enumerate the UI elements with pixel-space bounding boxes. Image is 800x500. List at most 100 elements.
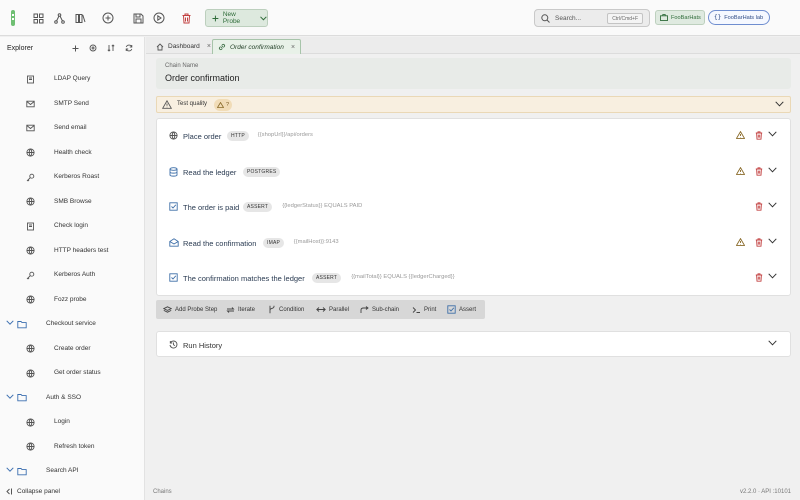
plus-icon xyxy=(212,15,219,21)
sidebar-item-label: Kerberos Roast xyxy=(54,173,100,180)
warning-icon xyxy=(736,237,745,246)
stack-icon xyxy=(163,305,172,314)
chevron-down-icon[interactable] xyxy=(775,101,784,107)
delete-icon[interactable] xyxy=(178,10,194,26)
action-label: Print xyxy=(424,306,437,313)
action-sub-chain-button[interactable]: Sub-chain xyxy=(360,304,399,315)
delete-step-icon[interactable] xyxy=(755,237,763,247)
collapse-label: Collapse panel xyxy=(17,488,61,495)
run-icon[interactable] xyxy=(151,10,167,26)
tab-dashboard[interactable]: Dashboard × xyxy=(151,39,216,54)
folder-icon xyxy=(17,393,27,403)
sidebar-item[interactable]: HTTP headers test xyxy=(0,243,144,259)
workspace-chip[interactable]: FooBarHats xyxy=(655,10,705,25)
sidebar-item[interactable]: SMTP Send xyxy=(0,96,144,112)
sidebar-item-label: Health check xyxy=(54,148,92,156)
run-history-panel[interactable]: Run History xyxy=(156,331,791,357)
sort-icon[interactable] xyxy=(106,43,116,53)
chevron-down-icon xyxy=(260,15,267,20)
chevron-down-icon[interactable] xyxy=(768,131,777,137)
workspace-label: FooBarHats xyxy=(671,14,701,21)
sidebar-item[interactable]: Kerberos Auth xyxy=(0,267,144,283)
delete-step-icon[interactable] xyxy=(755,273,763,282)
step-title: Read the confirmation xyxy=(183,238,257,248)
action-parallel-button[interactable]: Parallel xyxy=(316,304,349,315)
sidebar-item[interactable]: Kerberos Roast xyxy=(0,169,144,185)
lab-chip[interactable]: {} FooBarHats lab xyxy=(708,10,770,25)
collapse-icon xyxy=(6,488,12,495)
action-label: Assert xyxy=(459,306,477,313)
test-quality-panel[interactable]: Test quality ? xyxy=(156,96,791,113)
key-icon xyxy=(25,270,35,280)
chain-step[interactable]: The confirmation matches the ledger ASSER… xyxy=(157,261,790,296)
braces-icon: {} xyxy=(714,14,722,21)
action-iterate-button[interactable]: Iterate xyxy=(226,304,255,315)
library-icon[interactable] xyxy=(72,10,88,26)
delete-step-icon[interactable] xyxy=(755,131,763,140)
delete-step-icon[interactable] xyxy=(755,202,763,211)
action-label: Sub-chain xyxy=(372,306,400,313)
chevron-down-icon[interactable] xyxy=(768,273,777,279)
action-add-probe-step-button[interactable]: Add Probe Step xyxy=(163,304,217,315)
action-assert-button[interactable]: Assert xyxy=(447,304,476,315)
sidebar-folder[interactable]: Auth & SSO xyxy=(0,390,144,406)
chevron-down-icon[interactable] xyxy=(6,393,14,402)
sidebar-item[interactable]: Get order status xyxy=(0,365,144,381)
run-history-label: Run History xyxy=(183,341,223,350)
sidebar-folder[interactable]: Checkout service xyxy=(0,316,144,332)
step-detail: {{ledgerStatus}} EQUALS PAID xyxy=(282,203,363,209)
chevron-down-icon[interactable] xyxy=(6,467,14,475)
action-condition-button[interactable]: Condition xyxy=(268,304,304,315)
step-detail: {{mailHost}}:9143 xyxy=(293,238,339,245)
sidebar-item-label: Checkout service xyxy=(46,320,96,327)
sidebar-item[interactable]: LDAP Query xyxy=(0,71,144,87)
sidebar-item[interactable]: Login xyxy=(0,414,144,430)
globe-icon xyxy=(25,295,35,305)
key-icon xyxy=(25,172,35,182)
new-probe-button[interactable]: New Probe xyxy=(205,9,268,27)
chain-name-value[interactable]: Order confirmation xyxy=(165,73,240,83)
chevron-down-icon[interactable] xyxy=(768,202,777,208)
check-square-icon xyxy=(169,202,179,212)
close-icon[interactable]: × xyxy=(291,44,295,51)
sidebar-item[interactable]: Check login xyxy=(0,218,144,234)
new-probe-label: New Probe xyxy=(222,11,241,25)
search-box[interactable]: Search... Ctrl/Cmd+F xyxy=(534,9,650,27)
refresh-icon[interactable] xyxy=(124,43,134,53)
sidebar-item[interactable]: Health check xyxy=(0,145,144,161)
sidebar: Explorer LDAP Query SMTP Send Send email He… xyxy=(0,37,145,500)
tab-order-confirmation[interactable]: Order confirmation × xyxy=(212,39,301,54)
parallel-icon xyxy=(316,306,326,313)
sidebar-item[interactable]: Fozz probe xyxy=(0,292,144,308)
app-logo-icon xyxy=(6,9,20,27)
chain-step[interactable]: The order is paid ASSERT {{ledgerStatus}} … xyxy=(157,190,790,225)
delete-step-icon[interactable] xyxy=(755,166,763,176)
chain-step[interactable]: Read the confirmation IMAP {{mailHost}}:91… xyxy=(157,226,790,261)
add-item-icon[interactable] xyxy=(70,43,80,53)
chain-name-field[interactable]: Chain Name Order confirmation xyxy=(156,58,791,89)
chevron-down-icon[interactable] xyxy=(768,237,777,244)
search-placeholder: Search... xyxy=(555,14,582,22)
close-icon[interactable]: × xyxy=(207,43,211,50)
chevron-down-icon[interactable] xyxy=(768,166,777,173)
sidebar-folder[interactable]: Search API xyxy=(0,463,144,479)
save-icon[interactable] xyxy=(130,10,146,26)
chevron-down-icon[interactable] xyxy=(768,340,777,346)
collapse-panel-button[interactable]: Collapse panel xyxy=(5,488,60,495)
target-icon[interactable] xyxy=(88,43,98,53)
sidebar-item[interactable]: SMB Browse xyxy=(0,194,144,210)
sidebar-item-label: Check login xyxy=(54,222,88,229)
sidebar-item[interactable]: Send email xyxy=(0,120,144,136)
sidebar-item[interactable]: Refresh token xyxy=(0,439,144,455)
chain-step[interactable]: Place order HTTP {{shopUrl}}/api/orders xyxy=(157,119,790,154)
action-print-button[interactable]: Print xyxy=(412,304,436,315)
globe-icon xyxy=(25,344,35,354)
grid-icon[interactable] xyxy=(30,10,46,26)
chevron-down-icon[interactable] xyxy=(6,320,14,328)
add-icon[interactable] xyxy=(100,10,116,26)
graph-icon[interactable] xyxy=(51,10,67,26)
chain-step[interactable]: Read the ledger POSTGRES xyxy=(157,155,790,190)
sidebar-item[interactable]: Create order xyxy=(0,341,144,357)
globe-icon xyxy=(25,246,35,256)
tab-bar: Dashboard × Order confirmation × xyxy=(146,37,800,54)
